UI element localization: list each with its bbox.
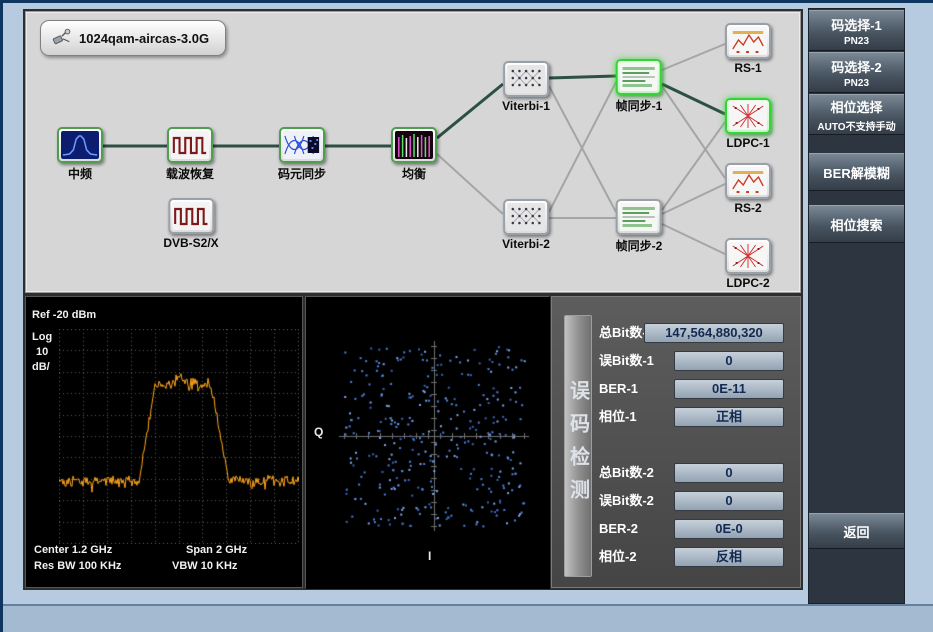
if-spectrum-icon — [57, 127, 103, 163]
node-label: 均衡 — [391, 165, 437, 182]
node-label: Viterbi-1 — [502, 99, 550, 113]
pulse-waveform-icon — [168, 198, 214, 234]
app-window: 1024qam-aircas-3.0G — [0, 0, 933, 632]
node-frame-sync-2[interactable]: 帧同步-2 — [616, 199, 663, 254]
node-label: 帧同步-2 — [616, 237, 663, 254]
spectrum-log-label: Log — [32, 331, 52, 343]
button-label: 相位选择 — [830, 97, 882, 116]
sidebar-button-phase-search[interactable]: 相位搜索 — [809, 205, 904, 243]
ber-row-value: 0 — [674, 491, 784, 511]
spectrum-span-label: Span 2 GHz — [186, 544, 247, 556]
node-label: RS-1 — [725, 61, 771, 75]
spectrum-trace-display — [59, 329, 299, 544]
node-label: Viterbi-2 — [502, 237, 550, 251]
button-label: 码选择-1 — [831, 15, 882, 34]
flowgraph-panel: 1024qam-aircas-3.0G — [25, 11, 801, 293]
spectrum-scale-unit: dB/ — [32, 361, 50, 373]
node-label: LDPC-2 — [725, 276, 771, 290]
button-sublabel: PN23 — [844, 36, 869, 47]
ber-detection-panel: 误码检测 总Bit数-1 147,564,880,320 误Bit数-1 0 B… — [551, 296, 801, 588]
sidebar-button-code-select-1[interactable]: 码选择-1 PN23 — [809, 10, 904, 51]
eye-diagram-icon — [279, 127, 325, 163]
ldpc-decoder-icon — [725, 238, 771, 274]
trellis-icon — [503, 199, 549, 235]
satellite-icon — [51, 27, 73, 49]
node-viterbi-1[interactable]: Viterbi-1 — [502, 61, 550, 113]
i-axis-label: I — [428, 549, 431, 563]
spectrum-center-label: Center 1.2 GHz — [34, 544, 112, 556]
node-label: 帧同步-1 — [616, 97, 663, 114]
ber-vertical-title: 误码检测 — [564, 315, 592, 577]
frame-sync-icon — [616, 199, 662, 235]
node-label: 码元同步 — [278, 165, 326, 182]
sidebar-button-code-select-2[interactable]: 码选择-2 PN23 — [809, 52, 904, 93]
pulse-waveform-icon — [167, 127, 213, 163]
button-label: BER解模糊 — [823, 163, 889, 182]
main-frame: 1024qam-aircas-3.0G — [23, 9, 803, 590]
constellation-display — [306, 297, 550, 589]
rs-decoder-icon — [725, 23, 771, 59]
function-sidebar: 码选择-1 PN23 码选择-2 PN23 相位选择 AUTO不支持手动 BER… — [808, 8, 905, 604]
node-label: LDPC-1 — [725, 136, 771, 150]
constellation-panel: Q I — [305, 296, 549, 588]
node-carrier-recovery[interactable]: 载波恢复 — [166, 127, 214, 182]
signal-title-button[interactable]: 1024qam-aircas-3.0G — [40, 20, 226, 56]
node-ldpc-2[interactable]: LDPC-2 — [725, 238, 771, 290]
back-button[interactable]: 返回 — [809, 513, 904, 549]
ber-row-label: BER-1 — [599, 379, 638, 399]
ber-row-label: 相位-1 — [599, 407, 637, 427]
trellis-icon — [503, 61, 549, 97]
node-equalizer[interactable]: 均衡 — [391, 127, 437, 182]
ber-row-label: 误Bit数-2 — [599, 491, 654, 511]
sidebar-button-ber-deambiguity[interactable]: BER解模糊 — [809, 153, 904, 191]
node-rs-1[interactable]: RS-1 — [725, 23, 771, 75]
node-ldpc-1[interactable]: LDPC-1 — [725, 98, 771, 150]
spectrum-ref-label: Ref -20 dBm — [32, 309, 96, 321]
button-sublabel: PN23 — [844, 78, 869, 89]
node-label: RS-2 — [725, 201, 771, 215]
ldpc-decoder-icon — [725, 98, 771, 134]
spectrum-scale-value: 10 — [36, 346, 48, 358]
button-label: 相位搜索 — [830, 215, 882, 234]
node-rs-2[interactable]: RS-2 — [725, 163, 771, 215]
spectrum-vbw-label: VBW 10 KHz — [172, 560, 237, 572]
ber-row-value: 0 — [674, 463, 784, 483]
node-dvb-s2x[interactable]: DVB-S2/X — [163, 198, 218, 250]
node-if[interactable]: 中频 — [57, 127, 103, 182]
bottom-status-bar — [3, 604, 933, 632]
frame-sync-icon — [616, 59, 662, 95]
spectrum-rbw-label: Res BW 100 KHz — [34, 560, 121, 572]
ber-row-value: 147,564,880,320 — [644, 323, 784, 343]
ber-row-label: 误Bit数-1 — [599, 351, 654, 371]
ber-row-value: 0E-0 — [674, 519, 784, 539]
ber-row-value: 反相 — [674, 547, 784, 567]
node-viterbi-2[interactable]: Viterbi-2 — [502, 199, 550, 251]
rs-decoder-icon — [725, 163, 771, 199]
node-symbol-sync[interactable]: 码元同步 — [278, 127, 326, 182]
ber-row-value: 0 — [674, 351, 784, 371]
ber-row-label: 相位-2 — [599, 547, 637, 567]
q-axis-label: Q — [314, 425, 323, 439]
spectrum-analyzer-panel: Ref -20 dBm Log 10 dB/ Center 1.2 GHz Sp… — [25, 296, 303, 588]
ber-row-value: 0E-11 — [674, 379, 784, 399]
sidebar-button-phase-select[interactable]: 相位选择 AUTO不支持手动 — [809, 94, 904, 135]
signal-title-label: 1024qam-aircas-3.0G — [79, 31, 209, 46]
ber-row-value: 正相 — [674, 407, 784, 427]
ber-row-label: BER-2 — [599, 519, 638, 539]
ber-row-label: 总Bit数-2 — [599, 463, 654, 483]
button-label: 码选择-2 — [831, 57, 882, 76]
node-frame-sync-1[interactable]: 帧同步-1 — [616, 59, 663, 114]
button-sublabel: AUTO不支持手动 — [817, 118, 895, 133]
button-label: 返回 — [843, 522, 869, 541]
node-label: 中频 — [57, 165, 103, 182]
node-label: DVB-S2/X — [163, 236, 218, 250]
comb-spectrum-icon — [391, 127, 437, 163]
node-label: 载波恢复 — [166, 165, 214, 182]
